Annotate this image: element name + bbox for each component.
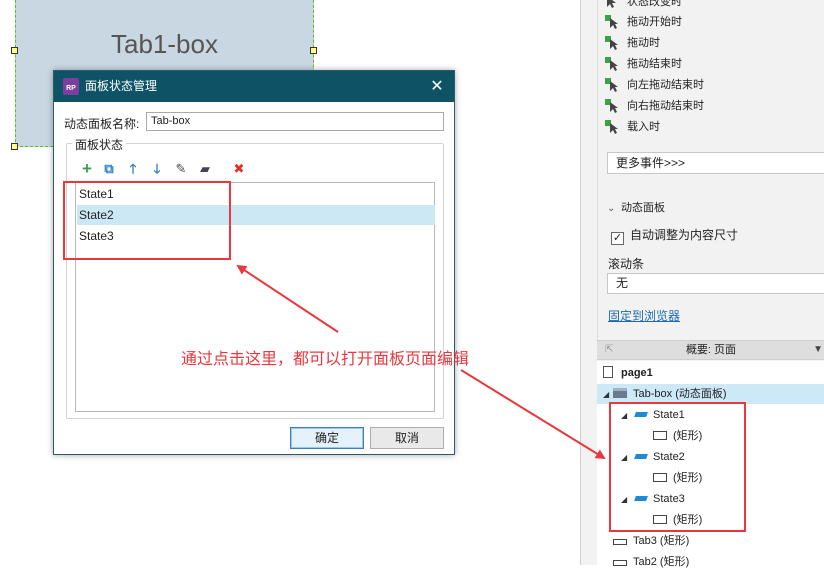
annotation-text: 通过点击这里，都可以打开面板页面编辑 [181, 351, 470, 368]
panel-name-label: 动态面板名称: [64, 117, 140, 131]
auto-size-checkbox[interactable]: ✓ [611, 232, 624, 245]
resize-handle-left[interactable] [11, 47, 18, 54]
event-label: 拖动结束时 [627, 58, 682, 70]
tree-item-dynamic-panel[interactable]: ◢ Tab-box (动态面板) [597, 384, 824, 404]
more-events-dropdown[interactable]: 更多事件>>> [607, 152, 824, 174]
drag-cursor-icon [605, 15, 618, 29]
edit-state-icon[interactable]: ✎ [174, 162, 188, 176]
duplicate-state-icon[interactable]: ⧉ [102, 162, 116, 176]
event-label: 拖动时 [627, 37, 660, 49]
edit-all-states-icon[interactable]: ▰ [198, 162, 212, 176]
event-label: 向左拖动结束时 [627, 79, 704, 91]
tree-label: page1 [621, 367, 653, 379]
tree-item-tab3[interactable]: Tab3 (矩形) [613, 531, 689, 551]
event-label: 状态改变时 [627, 0, 682, 8]
highlight-box-states-list [63, 181, 231, 260]
highlight-box-outline-states [609, 402, 746, 532]
panel-name-input[interactable]: Tab-box [146, 112, 444, 131]
tree-label: Tab-box (动态面板) [633, 388, 727, 400]
section-title: 动态面板 [621, 202, 665, 214]
dialog-title: 面板状态管理 [85, 79, 158, 93]
auto-size-option[interactable]: ✓ 自动调整为内容尺寸 [611, 226, 739, 245]
ok-button[interactable]: 确定 [290, 427, 364, 449]
dialog-titlebar[interactable]: RP 面板状态管理 ✕ [54, 71, 454, 102]
event-item-drag-end[interactable]: 拖动结束时 [605, 54, 682, 74]
rectangle-icon [613, 560, 627, 566]
rectangle-icon [613, 539, 627, 545]
drag-cursor-icon [605, 78, 618, 92]
event-item-state-change[interactable]: 状态改变时 [607, 0, 682, 12]
drag-cursor-icon [605, 57, 618, 71]
panel-state-manager-dialog: RP 面板状态管理 ✕ 动态面板名称: Tab-box 面板状态 + ⧉ 🡑 🡓… [53, 70, 455, 455]
scrollbar-label: 滚动条 [608, 257, 645, 271]
event-label: 拖动开始时 [627, 16, 682, 28]
dynamic-panel-section-header[interactable]: ⌄ 动态面板 [607, 200, 665, 216]
drag-cursor-icon [605, 99, 618, 113]
scrollbar-select[interactable]: 无 [607, 273, 824, 294]
outline-title: 概要: 页面 [685, 344, 737, 356]
event-item-on-load[interactable]: 载入时 [605, 117, 660, 137]
pin-icon[interactable]: ⇱ [605, 341, 613, 359]
tree-item-tab2[interactable]: Tab2 (矩形) [613, 552, 689, 572]
tree-label: Tab3 (矩形) [633, 535, 690, 547]
event-item-drag-start[interactable]: 拖动开始时 [605, 12, 682, 32]
event-item-drag-left-end[interactable]: 向左拖动结束时 [605, 75, 704, 95]
move-down-icon[interactable]: 🡓 [150, 162, 164, 176]
event-label: 载入时 [627, 121, 660, 133]
close-icon[interactable]: ✕ [428, 71, 446, 102]
axure-logo-icon: RP [63, 78, 79, 95]
add-state-icon[interactable]: + [80, 160, 94, 177]
event-label: 向右拖动结束时 [627, 100, 704, 112]
auto-size-label: 自动调整为内容尺寸 [630, 228, 739, 242]
resize-handle-right[interactable] [310, 47, 317, 54]
states-legend: 面板状态 [72, 136, 127, 153]
tab-box-label: Tab1-box [111, 29, 218, 59]
chevron-down-icon: ⌄ [607, 203, 616, 214]
cancel-button[interactable]: 取消 [370, 427, 444, 449]
tree-item-page[interactable]: page1 [603, 363, 653, 383]
pin-to-browser-link[interactable]: 固定到浏览器 [608, 307, 680, 324]
page-icon [603, 366, 613, 378]
filter-dropdown-icon[interactable]: ▼ [813, 341, 823, 359]
event-item-drag-right-end[interactable]: 向右拖动结束时 [605, 96, 704, 116]
cursor-icon [607, 0, 616, 8]
panel-divider [597, 0, 598, 340]
dynamic-panel-icon [613, 388, 627, 398]
event-item-drag[interactable]: 拖动时 [605, 33, 660, 53]
move-up-icon[interactable]: 🡑 [126, 162, 140, 176]
drag-cursor-icon [605, 120, 618, 134]
resize-handle-bottom-left[interactable] [11, 143, 18, 150]
drag-cursor-icon [605, 36, 618, 50]
outline-header: ⇱ 概要: 页面 ▼ [597, 340, 824, 360]
tree-label: Tab2 (矩形) [633, 556, 690, 568]
delete-state-icon[interactable]: ✖ [232, 162, 246, 176]
